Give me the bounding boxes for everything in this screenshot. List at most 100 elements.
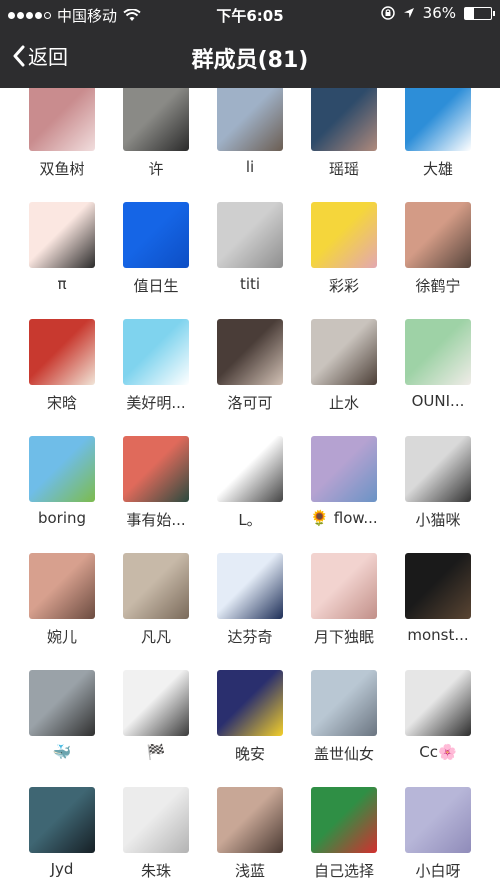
page-title: 群成员(81) [191,48,309,73]
member-item[interactable]: boring [15,436,109,556]
member-item[interactable]: 瑶瑶 [297,88,391,205]
member-name: OUNI... [411,392,465,410]
avatar[interactable] [217,553,283,619]
battery-level [465,7,475,19]
member-name: 双鱼树 [39,160,85,178]
member-name: 彩彩 [328,277,359,295]
avatar[interactable] [29,319,95,385]
avatar[interactable] [123,319,189,385]
avatar[interactable] [405,670,471,736]
member-name: monst... [407,626,469,644]
member-item[interactable]: 许 [109,88,203,205]
member-name: 徐鹤宁 [415,277,461,295]
member-name: 浅蓝 [234,862,265,880]
avatar[interactable] [405,88,471,151]
avatar[interactable] [311,202,377,268]
member-item[interactable]: Jyd [15,787,109,889]
member-name: 婉儿 [46,628,77,646]
member-item[interactable]: 事有始... [109,436,203,556]
avatar[interactable] [217,670,283,736]
avatar[interactable] [123,88,189,151]
member-name: 小猫咪 [415,511,461,529]
member-item[interactable]: L。 [203,436,297,556]
avatar[interactable] [123,787,189,853]
avatar[interactable] [405,787,471,853]
avatar[interactable] [217,319,283,385]
avatar[interactable] [29,436,95,502]
member-name: 🏁 [146,743,166,761]
member-item[interactable]: π [15,202,109,322]
avatar[interactable] [405,436,471,502]
member-item[interactable]: 月下独眠 [297,553,391,673]
member-name: 自己选择 [313,862,374,880]
member-item[interactable]: 徐鹤宁 [391,202,485,322]
member-grid: 双鱼树 许 li 瑶瑶 大雄 π 值日生 titi 彩彩 徐鹤宁宋晗 美好明... 洛可可 止水 OUNI… [0,88,500,889]
member-item[interactable]: 双鱼树 [15,88,109,205]
avatar[interactable] [217,787,283,853]
member-item[interactable]: 凡凡 [109,553,203,673]
member-item[interactable]: monst... [391,553,485,673]
avatar[interactable] [311,670,377,736]
member-name: 宋晗 [46,394,77,412]
member-name: boring [37,509,87,527]
battery-icon [464,6,495,20]
member-item[interactable]: 🐳 [15,670,109,790]
member-item[interactable]: 晚安 [203,670,297,790]
avatar[interactable] [29,670,95,736]
avatar[interactable] [217,436,283,502]
member-item[interactable]: 浅蓝 [203,787,297,889]
member-item[interactable]: 宋晗 [15,319,109,439]
battery-percent: 36% [422,4,456,22]
avatar[interactable] [311,553,377,619]
member-item[interactable]: 美好明... [109,319,203,439]
member-name: 小白呀 [415,862,461,880]
avatar[interactable] [405,319,471,385]
avatar[interactable] [311,436,377,502]
member-name: 许 [148,160,164,178]
avatar[interactable] [29,88,95,151]
member-item[interactable]: 达芬奇 [203,553,297,673]
avatar[interactable] [123,202,189,268]
status-bar: 中国移动 下午6:05 36% [0,0,500,28]
avatar[interactable] [217,88,283,151]
member-name: L。 [238,511,262,529]
avatar[interactable] [311,319,377,385]
member-item[interactable]: 值日生 [109,202,203,322]
member-item[interactable]: 彩彩 [297,202,391,322]
member-name: 朱珠 [140,862,171,880]
member-item[interactable]: 盖世仙女 [297,670,391,790]
avatar[interactable] [29,787,95,853]
avatar[interactable] [311,88,377,151]
avatar[interactable] [405,553,471,619]
member-name: 洛可可 [227,394,273,412]
member-item[interactable]: 小白呀 [391,787,485,889]
avatar[interactable] [123,436,189,502]
avatar[interactable] [405,202,471,268]
member-name: 🐳 [52,743,72,761]
member-item[interactable]: Cc🌸 [391,670,485,790]
member-item[interactable]: 止水 [297,319,391,439]
member-name: 大雄 [422,160,453,178]
member-item[interactable]: 洛可可 [203,319,297,439]
member-name: 事有始... [126,511,186,529]
avatar[interactable] [29,202,95,268]
member-item[interactable]: 婉儿 [15,553,109,673]
member-item[interactable]: titi [203,202,297,322]
member-name: 月下独眠 [313,628,374,646]
member-name: 达芬奇 [227,628,273,646]
member-item[interactable]: 大雄 [391,88,485,205]
avatar[interactable] [311,787,377,853]
avatar[interactable] [29,553,95,619]
member-item[interactable]: 朱珠 [109,787,203,889]
member-item[interactable]: OUNI... [391,319,485,439]
member-item[interactable]: 小猫咪 [391,436,485,556]
member-name: Jyd [50,860,74,878]
member-item[interactable]: li [203,88,297,205]
member-item[interactable]: 🌻 flow... [297,436,391,556]
avatar[interactable] [123,553,189,619]
rotation-lock-icon [380,6,395,20]
avatar[interactable] [217,202,283,268]
avatar[interactable] [123,670,189,736]
member-item[interactable]: 自己选择 [297,787,391,889]
member-item[interactable]: 🏁 [109,670,203,790]
